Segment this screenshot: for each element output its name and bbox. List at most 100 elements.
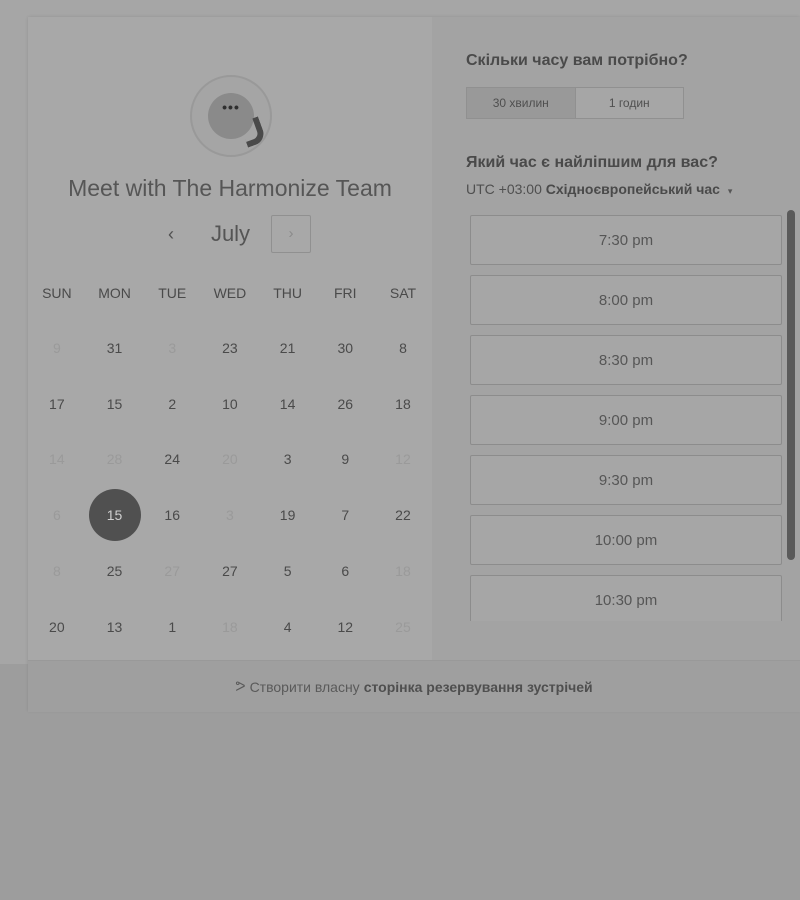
day-cell: 1 bbox=[143, 599, 201, 655]
day-cell: 5 bbox=[259, 543, 317, 599]
timezone-selector[interactable]: UTC +03:00 Східноєвропейський час ▾ bbox=[466, 181, 732, 197]
calendar-day[interactable]: 9 bbox=[319, 433, 371, 485]
day-cell: 10 bbox=[201, 376, 259, 432]
calendar-day[interactable]: 4 bbox=[262, 601, 314, 653]
calendar-day[interactable]: 18 bbox=[377, 378, 429, 430]
create-booking-page-link[interactable]: сторінка резервування зустрічей bbox=[364, 679, 593, 695]
duration-30-min-button[interactable]: 30 хвилин bbox=[467, 88, 576, 118]
day-cell: 18 bbox=[374, 543, 432, 599]
calendar-day[interactable]: 6 bbox=[319, 545, 371, 597]
next-month-button[interactable]: › bbox=[271, 215, 311, 253]
calendar-day: 27 bbox=[164, 563, 180, 580]
calendar-day[interactable]: 19 bbox=[262, 489, 314, 541]
timezone-offset: UTC +03:00 bbox=[466, 181, 542, 197]
time-slot-button[interactable]: 9:00 pm bbox=[470, 395, 782, 445]
calendar-day[interactable]: 1 bbox=[146, 601, 198, 653]
month-label: July bbox=[210, 221, 251, 246]
day-cell: 31 bbox=[86, 320, 144, 376]
day-cell: 25 bbox=[374, 599, 432, 655]
calendar-day: 8 bbox=[52, 563, 61, 580]
calendar-day[interactable]: 13 bbox=[89, 601, 141, 653]
day-cell: 23 bbox=[201, 320, 259, 376]
calendar-week-row: 17 15 2 10 14 26 18 bbox=[28, 376, 432, 432]
weekday-label: TUE bbox=[158, 285, 187, 301]
calendar-day[interactable]: 24 bbox=[146, 433, 198, 485]
calendar-day[interactable]: 23 bbox=[204, 322, 256, 374]
calendar-day[interactable]: 25 bbox=[89, 545, 141, 597]
calendar-day[interactable]: 10 bbox=[204, 378, 256, 430]
prev-month-button[interactable]: ‹ bbox=[156, 218, 186, 250]
calendar-day[interactable]: 26 bbox=[319, 378, 371, 430]
day-cell: 25 bbox=[86, 543, 144, 599]
calendar-day[interactable]: 14 bbox=[262, 378, 314, 430]
avatar-dots: ••• bbox=[222, 99, 240, 115]
day-cell: 16 bbox=[143, 487, 201, 543]
time-slot-scrollbar[interactable] bbox=[787, 210, 795, 560]
calendar-days: 9 31 3 23 21 30 8 17 15 2 10 14 26 18 14 28 24 20 3 9 12 6 15 1… bbox=[28, 320, 432, 655]
time-slot-button[interactable]: 10:30 pm bbox=[470, 575, 782, 621]
day-cell: 3 bbox=[201, 487, 259, 543]
day-cell: 18 bbox=[201, 599, 259, 655]
weekday-label: WED bbox=[213, 285, 247, 301]
calendar-week-row: 20 13 1 18 4 12 25 bbox=[28, 599, 432, 655]
calendar-day[interactable]: 31 bbox=[89, 322, 141, 374]
calendar-day[interactable]: 12 bbox=[319, 601, 371, 653]
chevron-down-icon: ▾ bbox=[727, 186, 733, 196]
calendar-day: 20 bbox=[222, 451, 238, 468]
weekday-header: SUN MON TUE WED THU FRI SAT bbox=[28, 279, 432, 307]
day-cell: 15 bbox=[86, 376, 144, 432]
calendar-day[interactable]: 27 bbox=[204, 545, 256, 597]
calendar-day: 9 bbox=[52, 339, 61, 356]
calendar-day: 14 bbox=[49, 451, 65, 468]
weekday-label: MON bbox=[98, 285, 131, 301]
time-slot-button[interactable]: 7:30 pm bbox=[470, 215, 782, 265]
footer-text: Створити власну bbox=[249, 678, 360, 695]
day-cell: 9 bbox=[316, 432, 374, 488]
calendar-day[interactable]: 5 bbox=[262, 545, 314, 597]
time-slot-list: 7:30 pm 8:00 pm 8:30 pm 9:00 pm 9:30 pm 10:00… bbox=[470, 215, 784, 621]
time-slot-button[interactable]: 8:00 pm bbox=[470, 275, 782, 325]
calendar-day[interactable]: 30 bbox=[319, 322, 371, 374]
day-cell: 26 bbox=[316, 376, 374, 432]
day-cell: 2 bbox=[143, 376, 201, 432]
duration-toggle: 30 хвилин 1 годин bbox=[466, 87, 684, 119]
day-cell: 3 bbox=[143, 320, 201, 376]
calendar-day: 25 bbox=[395, 618, 411, 635]
day-cell: 14 bbox=[28, 432, 86, 488]
calendar-day[interactable]: 3 bbox=[262, 433, 314, 485]
meeting-booking-card: ••• Meet with The Harmonize Team ‹ July … bbox=[28, 17, 800, 712]
calendar-day[interactable]: 21 bbox=[262, 322, 314, 374]
duration-question: Скільки часу вам потрібно? bbox=[466, 52, 688, 69]
timezone-name: Східноєвропейський час bbox=[545, 181, 720, 197]
selected-day[interactable]: 15 bbox=[88, 489, 141, 542]
calendar-day[interactable]: 20 bbox=[31, 601, 83, 653]
calendar-day: 12 bbox=[395, 451, 411, 468]
calendar-day[interactable]: 2 bbox=[146, 378, 198, 430]
calendar-day[interactable]: 22 bbox=[377, 489, 429, 541]
day-cell: 27 bbox=[143, 543, 201, 599]
time-slot-button[interactable]: 9:30 pm bbox=[470, 455, 782, 505]
day-cell: 4 bbox=[259, 599, 317, 655]
calendar-day[interactable]: 7 bbox=[319, 489, 371, 541]
time-slot-button[interactable]: 10:00 pm bbox=[470, 515, 782, 565]
time-slot-button[interactable]: 8:30 pm bbox=[470, 335, 782, 385]
calendar-day: 3 bbox=[226, 507, 234, 524]
duration-1-hour-button[interactable]: 1 годин bbox=[576, 88, 684, 118]
footer: ᕗ Створити власну сторінка резервування … bbox=[28, 660, 800, 712]
calendar-week-row: 14 28 24 20 3 9 12 bbox=[28, 432, 432, 488]
day-cell: 6 bbox=[316, 543, 374, 599]
day-cell: 20 bbox=[201, 432, 259, 488]
day-cell: 21 bbox=[259, 320, 317, 376]
calendar-week-row: 6 15 16 3 19 7 22 bbox=[28, 487, 432, 543]
team-avatar: ••• bbox=[190, 75, 272, 157]
day-cell: 7 bbox=[316, 487, 374, 543]
calendar-day[interactable]: 8 bbox=[377, 322, 429, 374]
calendar-day[interactable]: 15 bbox=[89, 378, 141, 430]
calendar-day[interactable]: 17 bbox=[31, 378, 83, 430]
weekday-label: THU bbox=[273, 285, 302, 301]
weekday-label: SUN bbox=[42, 285, 72, 301]
day-cell: 6 bbox=[28, 487, 86, 543]
calendar-week-row: 9 31 3 23 21 30 8 bbox=[28, 320, 432, 376]
calendar-day: 3 bbox=[168, 339, 177, 356]
calendar-day[interactable]: 16 bbox=[146, 489, 198, 541]
